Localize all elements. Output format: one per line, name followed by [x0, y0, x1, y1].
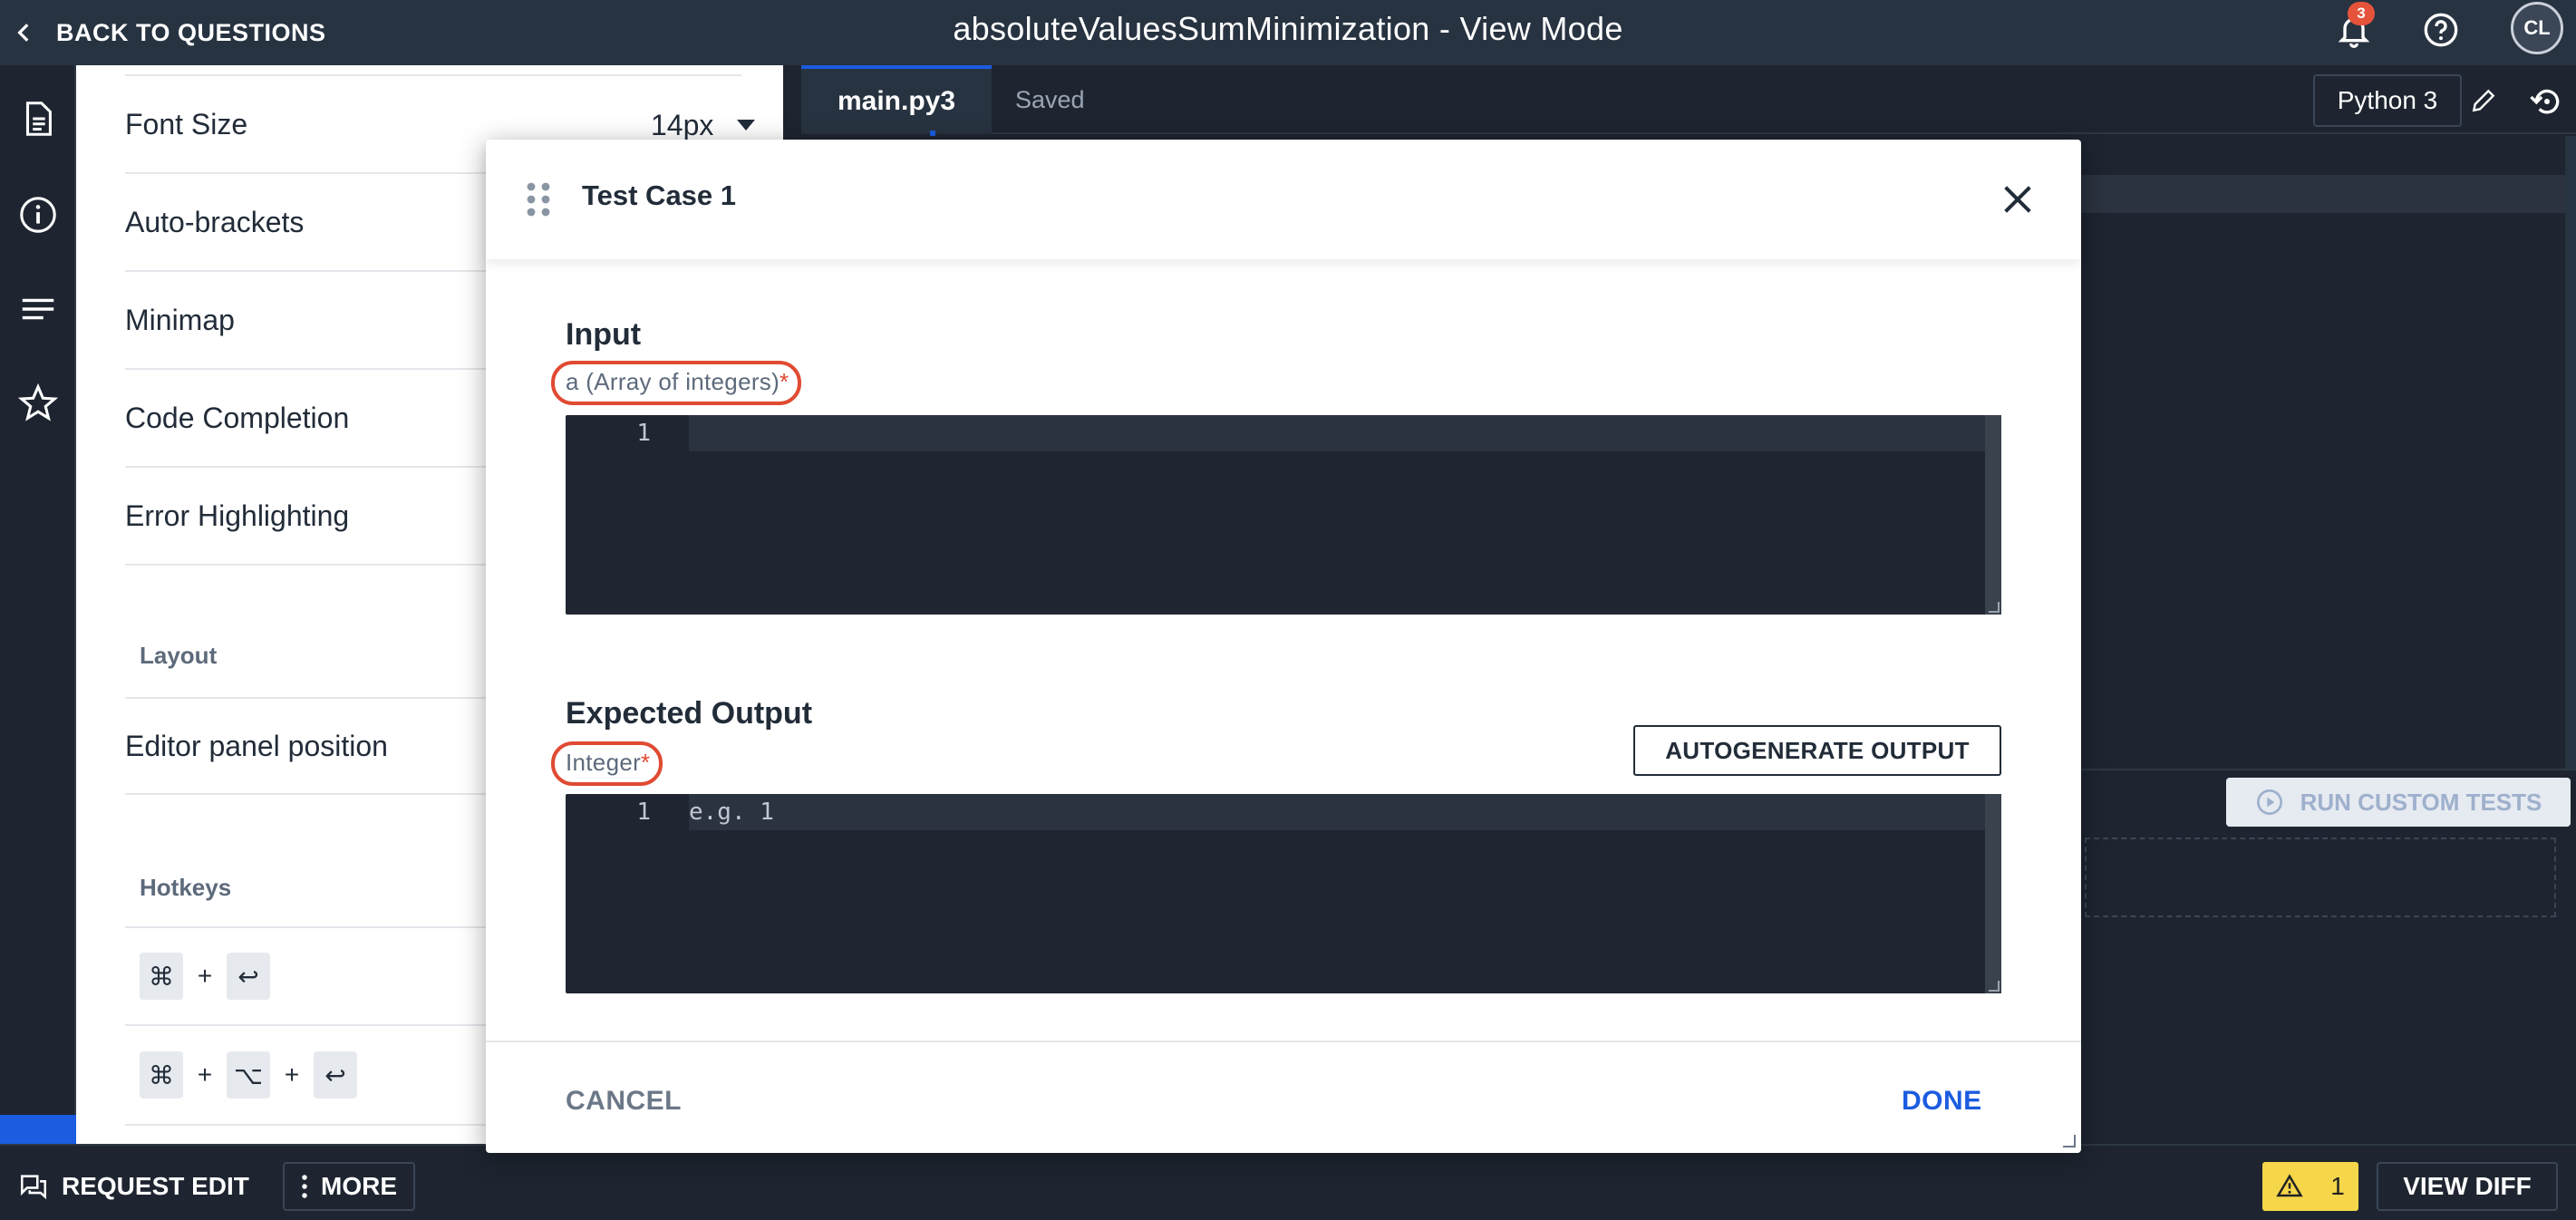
language-select[interactable]: Python 3: [2313, 74, 2462, 127]
current-line-highlight: [689, 794, 1985, 830]
section-hotkeys: Hotkeys: [140, 874, 232, 901]
output-label-text: Integer: [566, 749, 642, 776]
required-mark: *: [641, 749, 651, 776]
close-button[interactable]: [1994, 176, 2041, 223]
custom-tests-dropzone: [2085, 838, 2556, 917]
key-option: ⌥: [227, 1051, 270, 1099]
required-mark: *: [780, 368, 789, 395]
caret-down-icon: [737, 120, 756, 131]
input-label-text: a (Array of integers): [566, 368, 780, 395]
edit-button[interactable]: [2458, 78, 2509, 123]
reset-icon: [2530, 89, 2560, 114]
output-scrollbar[interactable]: [1985, 794, 2001, 993]
cancel-button[interactable]: CANCEL: [566, 1086, 682, 1117]
input-scrollbar[interactable]: [1985, 415, 2001, 615]
divider: [486, 1041, 2081, 1042]
nav-favorites[interactable]: [0, 372, 76, 435]
test-case-modal: Test Case 1 Input a (Array of integers)*…: [486, 140, 2081, 1153]
plus-sign: +: [284, 1060, 300, 1089]
page-title: absoluteValuesSumMinimization - View Mod…: [953, 10, 1623, 47]
modal-title: Test Case 1: [582, 179, 737, 211]
left-nav: [0, 65, 76, 1209]
setting-label: Editor panel position: [125, 729, 388, 762]
current-line-highlight: [689, 415, 1985, 451]
top-bar: BACK TO QUESTIONS absoluteValuesSumMinim…: [0, 0, 2576, 65]
editor-scrollbar[interactable]: [2565, 136, 2576, 770]
saved-status: Saved: [1015, 85, 1085, 113]
resize-handle-icon[interactable]: [1989, 602, 2000, 613]
user-avatar[interactable]: CL: [2511, 2, 2563, 54]
input-type-label: a (Array of integers)*: [551, 361, 802, 405]
divider: [2081, 769, 2576, 770]
view-diff-button[interactable]: VIEW DIFF: [2377, 1162, 2558, 1211]
plus-sign: +: [197, 1060, 213, 1089]
chat-bubbles-icon: [20, 1175, 47, 1200]
reset-button[interactable]: [2522, 76, 2572, 127]
more-button[interactable]: MORE: [283, 1162, 415, 1211]
line-number: 1: [636, 420, 651, 447]
input-title: Input: [566, 317, 642, 352]
run-custom-tests-button[interactable]: RUN CUSTOM TESTS: [2226, 778, 2571, 827]
list-icon: [22, 298, 54, 320]
setting-label: Code Completion: [125, 401, 350, 434]
editor-active-line: [2081, 175, 2569, 213]
divider: [125, 65, 741, 76]
help-button[interactable]: [2418, 7, 2464, 53]
help-icon: [2424, 13, 2458, 47]
play-circle-icon: [2256, 789, 2282, 815]
modal-resize-handle-icon[interactable]: [2063, 1135, 2076, 1147]
expected-output-code-field[interactable]: 1 e.g. 1: [566, 794, 2001, 993]
more-vertical-icon: [302, 1175, 307, 1198]
line-number: 1: [636, 799, 651, 826]
more-label: MORE: [321, 1172, 397, 1200]
request-edit-button[interactable]: REQUEST EDIT: [9, 1162, 258, 1211]
warnings-button[interactable]: 1: [2262, 1162, 2358, 1211]
close-icon: [2004, 186, 2031, 213]
key-cmd: ⌘: [140, 1051, 183, 1099]
autogenerate-output-button[interactable]: AUTOGENERATE OUTPUT: [1633, 725, 2001, 776]
setting-label: Font Size: [125, 107, 248, 140]
setting-label: Auto-brackets: [125, 205, 305, 238]
request-edit-label: REQUEST EDIT: [62, 1172, 249, 1200]
font-size-value: 14px: [651, 108, 714, 141]
modal-header: Test Case 1: [486, 140, 2081, 259]
nav-description[interactable]: [0, 87, 76, 150]
key-enter: ↩: [227, 953, 270, 1000]
output-placeholder: e.g. 1: [689, 799, 774, 826]
nav-info[interactable]: [0, 183, 76, 247]
done-button[interactable]: DONE: [1902, 1086, 1982, 1117]
input-code-field[interactable]: 1: [566, 415, 2001, 615]
key-cmd: ⌘: [140, 953, 183, 1000]
nav-list[interactable]: [0, 277, 76, 341]
star-icon: [17, 382, 59, 421]
setting-label: Minimap: [125, 303, 235, 336]
resize-handle-icon[interactable]: [1989, 981, 2000, 992]
warning-icon: [2276, 1174, 2303, 1197]
section-layout: Layout: [140, 642, 218, 669]
run-custom-tests-label: RUN CUSTOM TESTS: [2300, 788, 2542, 816]
pencil-icon: [2472, 89, 2495, 112]
setting-label: Error Highlighting: [125, 499, 350, 532]
info-icon: [20, 197, 56, 233]
tab-main-py3[interactable]: main.py3: [801, 65, 992, 134]
plus-sign: +: [197, 962, 213, 990]
drag-handle-icon[interactable]: [526, 181, 551, 218]
output-type-label: Integer*: [551, 741, 663, 786]
expected-output-title: Expected Output: [566, 696, 813, 731]
key-enter: ↩: [314, 1051, 357, 1099]
document-icon: [25, 102, 52, 136]
warning-count: 1: [2330, 1172, 2345, 1200]
notification-badge: 3: [2348, 2, 2375, 25]
